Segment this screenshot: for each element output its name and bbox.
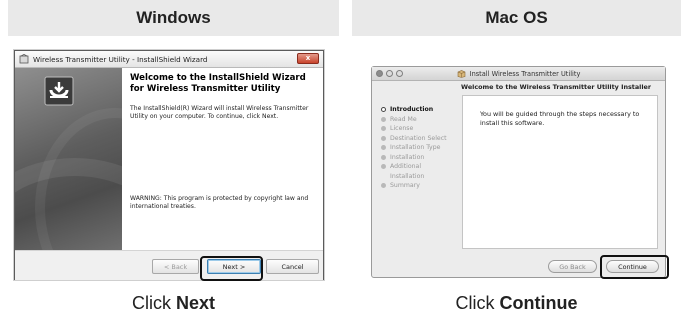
step-label: Additional Installation: [390, 163, 425, 180]
package-icon: [457, 69, 465, 78]
step-bullet-icon: [381, 135, 386, 141]
go-back-button[interactable]: Go Back: [548, 260, 597, 273]
banner-swirl-decoration: [35, 108, 122, 250]
step-label: Installation Type: [390, 144, 441, 151]
step-label: License: [390, 125, 414, 132]
step-bullet-icon: [381, 126, 386, 132]
step-label: Summary: [390, 182, 420, 189]
mac-installer-dialog: Install Wireless Transmitter Utility Wel…: [371, 66, 666, 278]
windows-button-bar: < Back Next > Cancel: [15, 250, 323, 280]
step-license: License: [381, 124, 452, 134]
windows-dialog-content: Welcome to the InstallShield Wizard for …: [122, 68, 323, 250]
back-button[interactable]: < Back: [152, 259, 199, 274]
caption-verb: Click: [455, 292, 495, 313]
installer-app-icon: [19, 54, 29, 64]
step-label: Installation: [390, 153, 425, 161]
step-bullet-icon: [381, 164, 386, 170]
windows-caption: Click Next: [8, 291, 339, 315]
cancel-button[interactable]: Cancel: [266, 259, 319, 274]
installer-side-banner: [15, 68, 122, 250]
step-destination-select: Destination Select: [381, 134, 452, 144]
step-bullet-icon: [381, 154, 386, 160]
caption-target: Continue: [499, 292, 578, 313]
step-additional-installation: Additional Installation: [381, 162, 452, 181]
mac-welcome-heading: Welcome to the Wireless Transmitter Util…: [461, 83, 652, 91]
minimize-window-icon[interactable]: [386, 70, 393, 77]
step-installation: Installation: [381, 153, 452, 163]
close-icon[interactable]: x: [297, 53, 319, 64]
caption-target: Next: [175, 292, 215, 313]
step-introduction: Introduction: [381, 105, 452, 115]
mac-intro-text: You will be guided through the steps nec…: [480, 110, 640, 127]
windows-header: Windows: [8, 0, 339, 36]
mac-content-panel: You will be guided through the steps nec…: [462, 95, 658, 249]
mac-caption: Click Continue: [352, 291, 681, 315]
step-label: Destination Select: [390, 134, 447, 142]
continue-button-highlight: [600, 255, 669, 279]
installer-steps-list: Introduction Read Me License Destination…: [381, 105, 452, 191]
step-bullet-icon: [381, 145, 386, 151]
windows-dialog-title: Wireless Transmitter Utility - InstallSh…: [33, 54, 208, 64]
windows-welcome-text: The InstallShield(R) Wizard will install…: [130, 105, 309, 120]
zoom-window-icon[interactable]: [396, 70, 403, 77]
step-bullet-icon: [381, 107, 386, 113]
step-installation-type: Installation Type: [381, 143, 452, 153]
step-summary: Summary: [381, 181, 452, 191]
windows-installer-dialog: Wireless Transmitter Utility - InstallSh…: [14, 50, 324, 280]
mac-header: Mac OS: [352, 0, 681, 36]
step-read-me: Read Me: [381, 115, 452, 125]
installshield-logo-icon: [44, 76, 74, 106]
close-window-icon[interactable]: [376, 70, 383, 77]
step-bullet-icon: [381, 183, 386, 189]
step-label: Introduction: [390, 106, 434, 113]
step-label: Read Me: [390, 115, 417, 123]
caption-verb: Click: [131, 292, 171, 313]
windows-copyright-warning: WARNING: This program is protected by co…: [130, 195, 309, 210]
step-bullet-icon: [381, 116, 386, 122]
mac-dialog-title: Install Wireless Transmitter Utility: [469, 69, 581, 78]
window-controls: [376, 70, 403, 77]
mac-title-bar[interactable]: Install Wireless Transmitter Utility: [372, 67, 665, 81]
next-button-highlight: [200, 256, 263, 281]
windows-title-bar[interactable]: Wireless Transmitter Utility - InstallSh…: [15, 51, 323, 68]
windows-welcome-heading: Welcome to the InstallShield Wizard for …: [130, 73, 306, 94]
